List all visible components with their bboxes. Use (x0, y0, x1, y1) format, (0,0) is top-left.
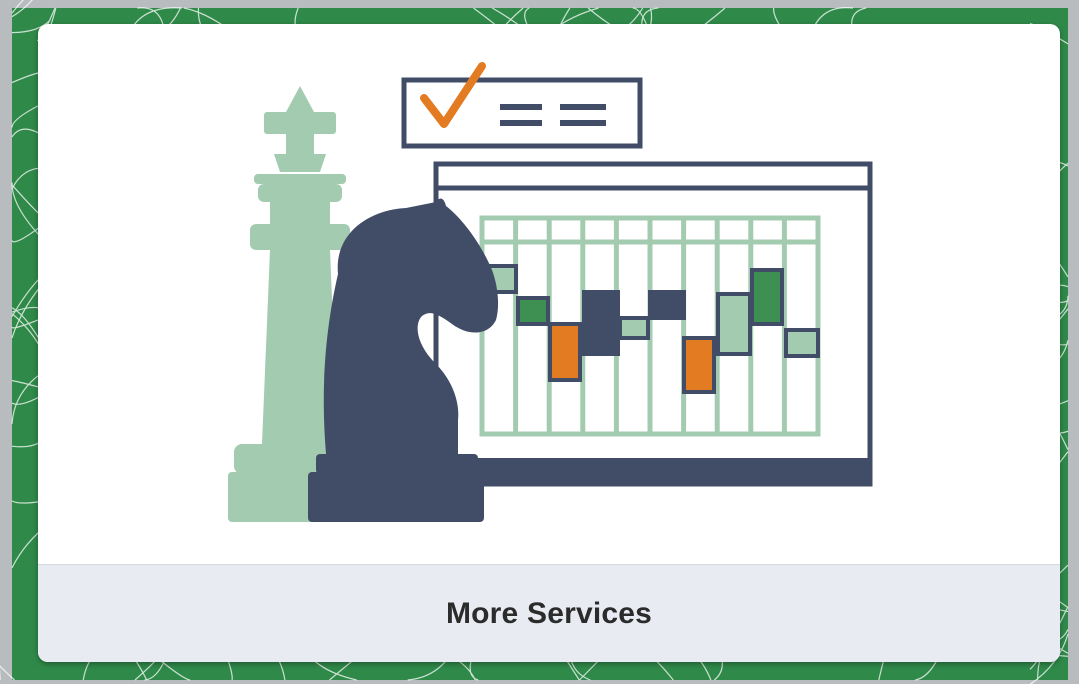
chart-candle (548, 322, 582, 382)
chart-candle (784, 328, 820, 358)
chart-candle (582, 290, 620, 356)
tile-title: More Services (445, 596, 653, 630)
chart-candle (618, 316, 650, 340)
candlestick-chart-icon (433, 161, 873, 487)
chart-candle (648, 290, 686, 320)
chart-candle (682, 336, 716, 394)
chart-candle (716, 292, 752, 356)
tile-caption-bar: More Services (38, 564, 1060, 662)
chart-candle (750, 268, 784, 326)
tile-illustration (38, 24, 1060, 564)
more-services-tile[interactable]: More Services (38, 24, 1060, 662)
checklist-icon (401, 62, 643, 149)
chart-candle (516, 296, 550, 326)
